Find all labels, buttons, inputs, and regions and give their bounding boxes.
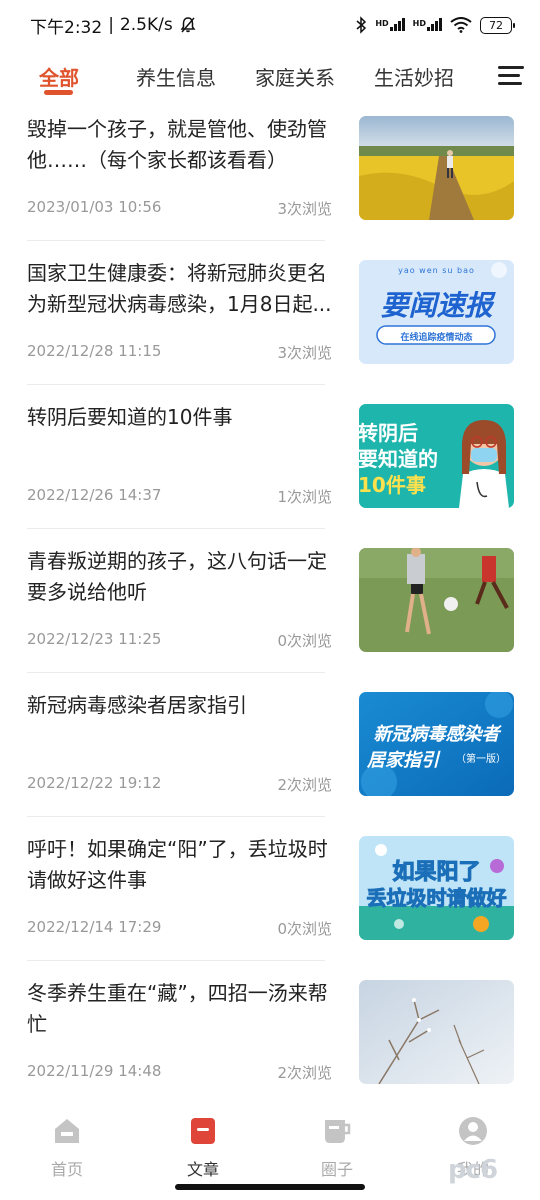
mute-bell-icon bbox=[180, 17, 196, 33]
article-views: 3次浏览 bbox=[277, 200, 332, 218]
status-right: HD HD 72 bbox=[355, 16, 515, 34]
hd-label: HD bbox=[412, 18, 426, 28]
frosted-branches-image bbox=[359, 980, 514, 1084]
signal-bars-icon bbox=[427, 17, 442, 31]
article-thumbnail: 转阴后 要知道的 10件事 bbox=[359, 404, 514, 508]
watermark-logo: pc6 bbox=[448, 1155, 498, 1185]
thumb-headline: 丢垃圾时请做好 bbox=[366, 886, 507, 911]
article-item[interactable]: 转阴后要知道的10件事 2022/12/26 14:37 1次浏览 转阴后 要知… bbox=[0, 390, 540, 534]
menu-icon-line bbox=[498, 66, 524, 69]
home-indicator[interactable] bbox=[175, 1184, 365, 1190]
category-menu-button[interactable] bbox=[498, 66, 524, 88]
thumb-line: 要知道的 bbox=[359, 447, 438, 471]
bluetooth-icon bbox=[356, 16, 367, 34]
article-views: 1次浏览 bbox=[277, 488, 332, 506]
nav-article[interactable]: 文章 bbox=[158, 1116, 248, 1180]
signal-bars-icon bbox=[389, 17, 405, 31]
tab-family-relations[interactable]: 家庭关系 bbox=[255, 62, 335, 91]
profile-icon bbox=[459, 1117, 487, 1145]
article-date: 2022/12/22 19:12 bbox=[27, 774, 162, 792]
article-item[interactable]: 呼吁！如果确定“阳”了，丢垃圾时请做好这件事 2022/12/14 17:29 … bbox=[0, 822, 540, 966]
nav-label: 文章 bbox=[186, 1160, 219, 1179]
article-title: 国家卫生健康委：将新冠肺炎更名为新型冠状病毒感染，1月8日起... bbox=[27, 261, 332, 316]
article-views: 3次浏览 bbox=[277, 344, 332, 362]
divider bbox=[27, 672, 325, 673]
signal-1: HD bbox=[375, 17, 405, 34]
article-title: 转阴后要知道的10件事 bbox=[27, 405, 233, 429]
divider bbox=[27, 528, 325, 529]
nav-label: 首页 bbox=[50, 1160, 83, 1179]
nav-home[interactable]: 首页 bbox=[22, 1116, 112, 1180]
thumb-line: 转阴后 bbox=[359, 421, 418, 445]
article-views: 0次浏览 bbox=[277, 632, 332, 650]
article-date: 2022/12/28 11:15 bbox=[27, 342, 162, 360]
divider bbox=[27, 240, 325, 241]
thumb-headline: 要闻速报 bbox=[380, 289, 493, 322]
status-separator: | bbox=[108, 15, 114, 35]
nav-circle[interactable]: 圈子 bbox=[292, 1116, 382, 1180]
hd-label: HD bbox=[375, 18, 389, 28]
article-title: 毁掉一个孩子，就是管他、使劲管他……（每个家长都该看看） bbox=[27, 117, 327, 172]
divider bbox=[27, 816, 325, 817]
cup-icon bbox=[325, 1120, 351, 1143]
article-views: 2次浏览 bbox=[277, 776, 332, 794]
article-date: 2022/12/23 11:25 bbox=[27, 630, 162, 648]
article-thumbnail: 如果阳了 丢垃圾时请做好 bbox=[359, 836, 514, 940]
menu-icon-line bbox=[498, 82, 522, 85]
nav-label: 圈子 bbox=[320, 1160, 353, 1179]
article-title: 冬季养生重在“藏”，四招一汤来帮忙 bbox=[27, 981, 328, 1036]
article-thumbnail bbox=[359, 116, 514, 220]
wifi-icon bbox=[450, 17, 472, 33]
thumb-edition: （第一版） bbox=[456, 754, 506, 765]
thumb-subtitle: 在线追踪疫情动态 bbox=[400, 333, 473, 343]
status-bar: 下午2:32 | 2.5K/s HD HD 72 bbox=[0, 0, 540, 50]
signal-2: HD bbox=[413, 17, 442, 34]
thumb-headline: 转阴后 要知道的 10件事 bbox=[359, 420, 448, 498]
article-date: 2023/01/03 10:56 bbox=[27, 198, 162, 216]
article-date: 2022/12/26 14:37 bbox=[27, 486, 162, 504]
article-list: 毁掉一个孩子，就是管他、使劲管他……（每个家长都该看看） 2023/01/03 … bbox=[0, 102, 540, 1104]
article-thumbnail: 新冠病毒感染者 居家指引 （第一版） bbox=[359, 692, 514, 796]
divider bbox=[27, 384, 325, 385]
divider bbox=[27, 960, 325, 961]
article-views: 0次浏览 bbox=[277, 920, 332, 938]
article-item[interactable]: 毁掉一个孩子，就是管他、使劲管他……（每个家长都该看看） 2023/01/03 … bbox=[0, 102, 540, 246]
article-icon bbox=[191, 1118, 215, 1144]
battery-icon: 72 bbox=[480, 16, 515, 34]
thumb-headline: 新冠病毒感染者 bbox=[373, 724, 500, 745]
article-title: 新冠病毒感染者居家指引 bbox=[27, 693, 247, 717]
status-left: 下午2:32 | 2.5K/s bbox=[30, 13, 197, 38]
thumb-pinyin: yao wen su bao bbox=[398, 266, 475, 275]
article-thumbnail bbox=[359, 548, 514, 652]
article-title: 青春叛逆期的孩子，这八句话一定要多说给他听 bbox=[27, 549, 327, 604]
article-date: 2022/11/29 14:48 bbox=[27, 1062, 162, 1080]
article-item[interactable]: 新冠病毒感染者居家指引 2022/12/22 19:12 2次浏览 新冠病毒感染… bbox=[0, 678, 540, 822]
network-speed: 2.5K/s bbox=[119, 15, 173, 35]
article-item[interactable]: 国家卫生健康委：将新冠肺炎更名为新型冠状病毒感染，1月8日起... 2022/1… bbox=[0, 246, 540, 390]
article-thumbnail bbox=[359, 980, 514, 1084]
article-thumbnail: yao wen su bao 要闻速报 在线追踪疫情动态 bbox=[359, 260, 514, 364]
active-tab-indicator bbox=[44, 90, 73, 95]
article-title: 呼吁！如果确定“阳”了，丢垃圾时请做好这件事 bbox=[27, 837, 328, 892]
soccer-photo-image bbox=[359, 548, 514, 652]
rapeseed-field-image bbox=[359, 116, 514, 220]
menu-icon-line bbox=[498, 74, 520, 77]
tab-health-info[interactable]: 养生信息 bbox=[136, 62, 216, 91]
article-views: 2次浏览 bbox=[277, 1064, 332, 1082]
article-item[interactable]: 冬季养生重在“藏”，四招一汤来帮忙 2022/11/29 14:48 2次浏览 bbox=[0, 966, 540, 1104]
tab-all[interactable]: 全部 bbox=[39, 62, 79, 91]
status-time: 下午2:32 bbox=[30, 17, 103, 38]
home-icon bbox=[55, 1119, 79, 1143]
category-tabs: 全部 养生信息 家庭关系 生活妙招 bbox=[0, 50, 540, 102]
article-date: 2022/12/14 17:29 bbox=[27, 918, 162, 936]
thumb-line: 10件事 bbox=[359, 473, 426, 497]
tab-life-tips[interactable]: 生活妙招 bbox=[374, 62, 454, 91]
article-item[interactable]: 青春叛逆期的孩子，这八句话一定要多说给他听 2022/12/23 11:25 0… bbox=[0, 534, 540, 678]
